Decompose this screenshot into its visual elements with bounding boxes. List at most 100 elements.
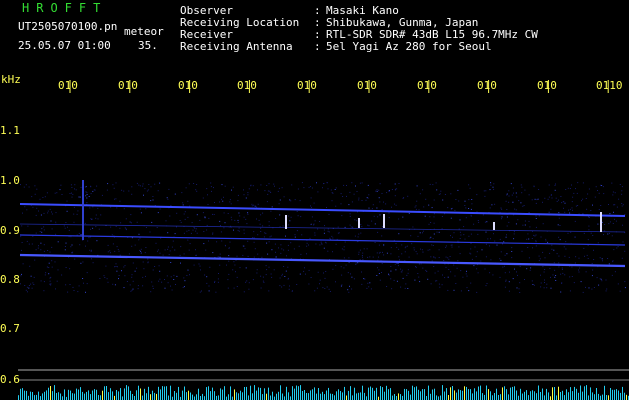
noise-dot xyxy=(558,266,560,268)
noise-dot xyxy=(43,226,45,228)
noise-dot xyxy=(130,290,132,292)
noise-dot xyxy=(543,271,545,273)
amplitude-bar xyxy=(136,390,137,400)
noise-dot xyxy=(243,189,244,191)
noise-dot xyxy=(555,280,557,281)
noise-dot xyxy=(119,200,121,202)
noise-dot xyxy=(64,249,66,251)
noise-dot xyxy=(528,257,530,259)
amplitude-bar xyxy=(478,386,479,400)
amplitude-bar xyxy=(236,392,237,400)
noise-dot xyxy=(585,271,587,273)
noise-dot xyxy=(344,226,346,228)
amplitude-bar xyxy=(220,388,221,400)
amplitude-bar xyxy=(294,388,295,400)
noise-dot xyxy=(74,184,76,186)
noise-dot xyxy=(561,282,563,284)
noise-dot xyxy=(324,277,326,279)
noise-dot xyxy=(169,215,171,217)
noise-dot xyxy=(464,238,466,240)
noise-dot xyxy=(459,238,461,239)
noise-dot xyxy=(236,255,238,257)
noise-dot xyxy=(535,215,537,217)
noise-dot xyxy=(553,249,555,251)
noise-dot xyxy=(42,197,44,198)
noise-dot xyxy=(243,232,245,234)
noise-dot xyxy=(24,285,26,286)
noise-dot xyxy=(201,290,202,292)
noise-dot xyxy=(193,227,195,228)
noise-dot xyxy=(577,182,579,184)
amplitude-bar xyxy=(216,395,217,400)
amplitude-bar xyxy=(408,390,409,400)
noise-dot xyxy=(441,216,443,217)
noise-dot xyxy=(303,187,305,189)
noise-dot xyxy=(369,282,371,284)
noise-dot xyxy=(310,224,312,225)
noise-dot xyxy=(335,205,337,207)
noise-dot xyxy=(543,287,545,289)
noise-dot xyxy=(477,220,479,221)
noise-dot xyxy=(256,218,257,220)
noise-dot xyxy=(430,256,432,258)
noise-dot xyxy=(21,242,23,243)
noise-dot xyxy=(365,199,367,201)
amplitude-bar xyxy=(322,391,323,400)
noise-dot xyxy=(91,258,92,260)
noise-dot xyxy=(101,194,103,196)
amplitude-bar xyxy=(272,391,273,400)
noise-dot xyxy=(477,233,479,235)
amplitude-bar xyxy=(384,391,385,400)
noise-dot xyxy=(168,254,170,256)
noise-dot xyxy=(206,224,208,226)
noise-dot xyxy=(40,249,42,251)
noise-dot xyxy=(252,237,254,238)
noise-dot xyxy=(528,220,530,222)
noise-dot xyxy=(609,232,610,234)
noise-dot xyxy=(262,280,264,282)
noise-dot xyxy=(288,288,290,290)
amplitude-bar xyxy=(434,388,435,400)
noise-dot xyxy=(98,228,100,230)
noise-dot xyxy=(504,254,506,256)
amplitude-bar xyxy=(118,391,119,400)
amplitude-bar xyxy=(564,395,565,400)
noise-dot xyxy=(37,247,39,249)
noise-dot xyxy=(402,216,404,218)
noise-dot xyxy=(444,194,446,195)
noise-dot xyxy=(123,208,125,210)
noise-dot xyxy=(349,285,350,287)
noise-dot xyxy=(212,213,213,215)
noise-dot xyxy=(107,281,109,283)
noise-dot xyxy=(550,194,552,196)
noise-dot xyxy=(313,202,315,204)
amplitude-bar xyxy=(160,389,161,400)
noise-dot xyxy=(20,184,21,186)
noise-dot xyxy=(159,208,161,210)
noise-dot xyxy=(97,218,99,220)
noise-dot xyxy=(358,197,360,199)
noise-dot xyxy=(358,251,360,253)
noise-dot xyxy=(290,216,292,218)
noise-dot xyxy=(538,189,540,190)
noise-dot xyxy=(248,188,250,190)
amplitude-bar xyxy=(482,393,483,400)
noise-dot xyxy=(48,267,50,268)
noise-dot xyxy=(597,242,599,244)
amplitude-bar xyxy=(368,387,369,400)
noise-dot xyxy=(608,263,610,265)
noise-dot xyxy=(83,282,84,284)
noise-dot xyxy=(622,241,624,243)
noise-dot xyxy=(476,194,478,196)
noise-dot xyxy=(549,252,551,254)
noise-dot xyxy=(140,251,142,253)
noise-dot xyxy=(268,266,270,268)
noise-dot xyxy=(92,206,94,208)
noise-dot xyxy=(624,281,626,283)
noise-dot xyxy=(395,188,396,190)
noise-dot xyxy=(207,204,209,205)
noise-dot xyxy=(438,231,440,233)
noise-dot xyxy=(71,187,73,188)
noise-dot xyxy=(217,281,219,283)
amplitude-bar xyxy=(582,391,583,400)
